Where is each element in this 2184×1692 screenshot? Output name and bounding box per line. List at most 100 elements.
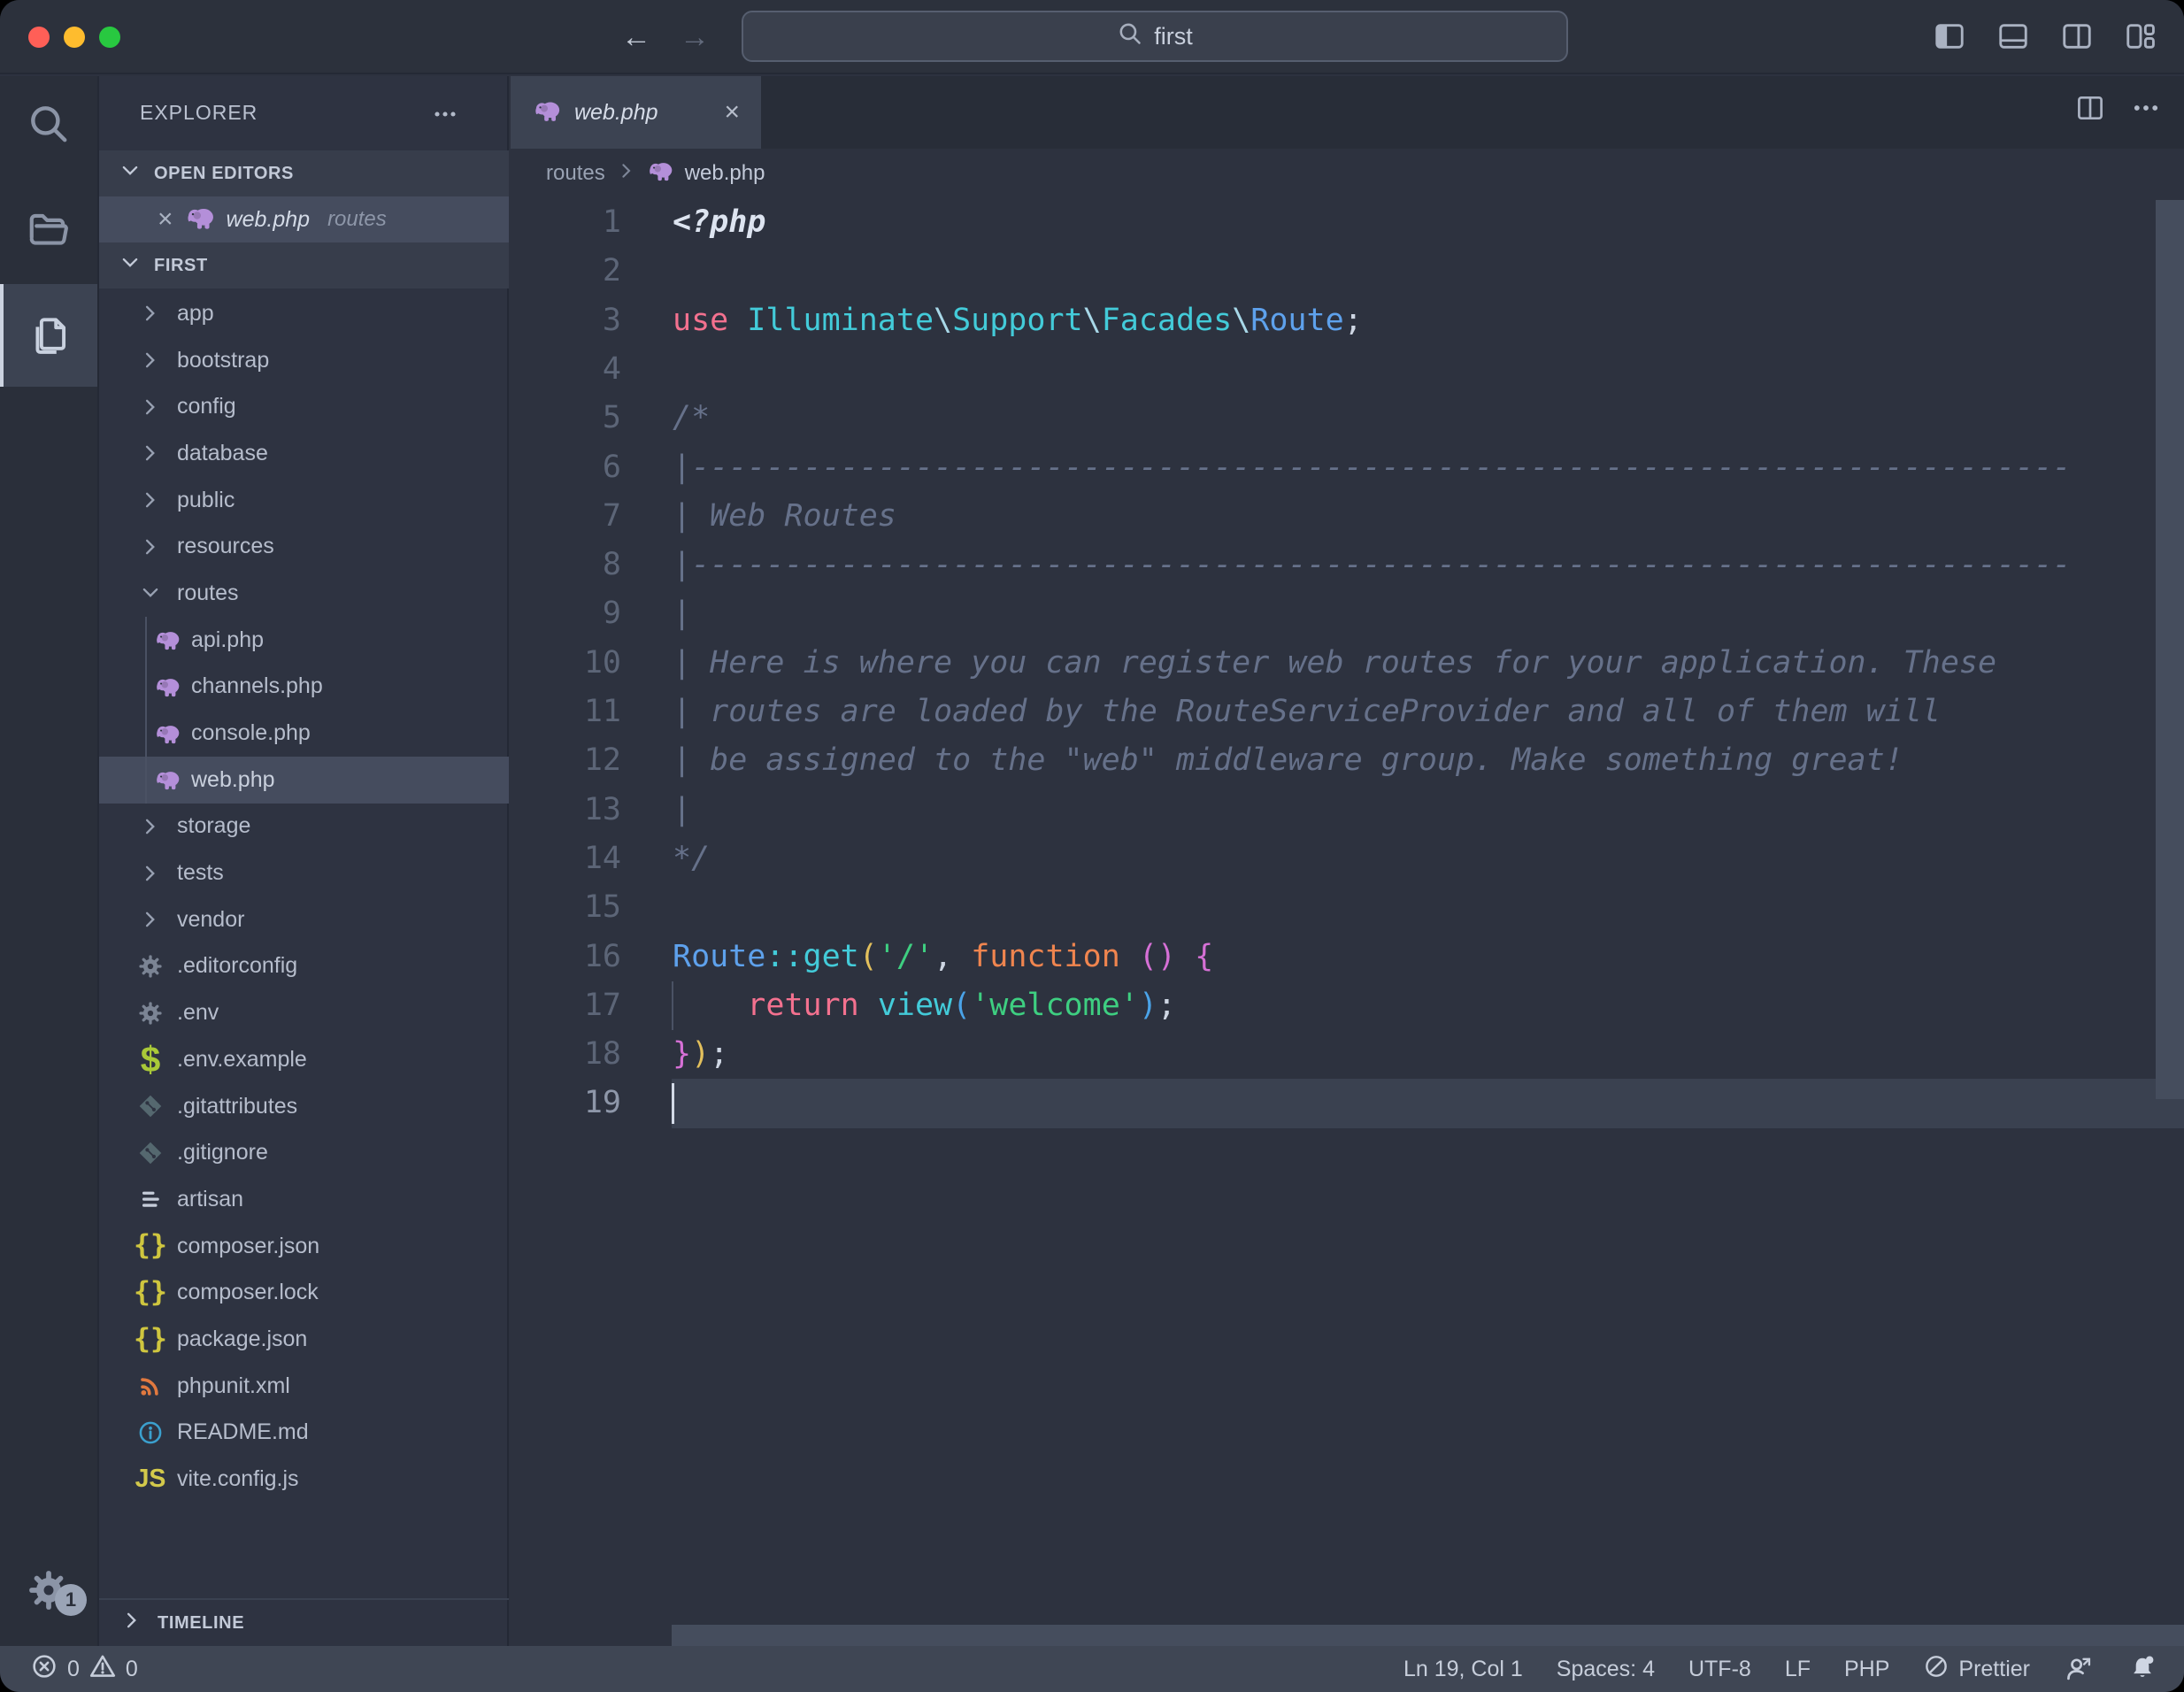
- horizontal-scrollbar[interactable]: [672, 1625, 2184, 1646]
- tree-item-channels.php[interactable]: channels.php: [99, 664, 509, 711]
- code-line-7[interactable]: 7| Web Routes: [511, 492, 2184, 541]
- code-line-2[interactable]: 2: [511, 247, 2184, 296]
- tree-item-.env.example[interactable]: $.env.example: [99, 1036, 509, 1083]
- tree-item-database[interactable]: database: [99, 430, 509, 477]
- tree-item-composer.lock[interactable]: {}composer.lock: [99, 1269, 509, 1316]
- encoding-setting[interactable]: UTF-8: [1688, 1657, 1751, 1682]
- cursor-position[interactable]: Ln 19, Col 1: [1403, 1657, 1523, 1682]
- tree-item-.editorconfig[interactable]: .editorconfig: [99, 943, 509, 990]
- tree-item-readme.md[interactable]: README.md: [99, 1410, 509, 1457]
- tree-indent-guide: [145, 617, 147, 804]
- code-line-10[interactable]: 10| Here is where you can register web r…: [511, 639, 2184, 688]
- breadcrumb-dir[interactable]: routes: [546, 161, 605, 186]
- tree-item-.gitignore[interactable]: .gitignore: [99, 1129, 509, 1176]
- tree-item-.gitattributes[interactable]: .gitattributes: [99, 1083, 509, 1130]
- code-line-6[interactable]: 6|--------------------------------------…: [511, 443, 2184, 492]
- code-text: use Illuminate\Support\Facades\Route;: [673, 296, 1363, 345]
- activity-folder-icon[interactable]: [0, 178, 97, 281]
- tab-close-icon[interactable]: ×: [724, 97, 740, 127]
- vertical-scrollbar[interactable]: [2156, 200, 2184, 1099]
- window-zoom-button[interactable]: [99, 27, 120, 48]
- customize-layout-icon[interactable]: [2122, 18, 2159, 55]
- code-text: | routes are loaded by the RouteServiceP…: [673, 688, 1941, 736]
- window-minimize-button[interactable]: [64, 27, 85, 48]
- nav-forward-button[interactable]: →: [680, 19, 710, 55]
- tree-item-public[interactable]: public: [99, 477, 509, 524]
- code-line-18[interactable]: 18});: [511, 1030, 2184, 1079]
- tree-item-.env[interactable]: .env: [99, 989, 509, 1036]
- window-close-button[interactable]: [28, 27, 50, 48]
- tree-item-console.php[interactable]: console.php: [99, 710, 509, 757]
- code-line-11[interactable]: 11| routes are loaded by the RouteServic…: [511, 688, 2184, 736]
- tree-item-routes[interactable]: routes: [99, 570, 509, 617]
- tree-item-artisan[interactable]: artisan: [99, 1176, 509, 1223]
- notifications-bell-icon[interactable]: [2127, 1654, 2157, 1684]
- status-bar: 0 0 Ln 19, Col 1 Spaces: 4 UTF-8 LF PHP …: [0, 1646, 2184, 1692]
- tree-item-vite.config.js[interactable]: JSvite.config.js: [99, 1456, 509, 1503]
- tree-item-vendor[interactable]: vendor: [99, 896, 509, 943]
- tree-item-config[interactable]: config: [99, 383, 509, 430]
- toggle-primary-sidebar-icon[interactable]: [1931, 18, 1968, 55]
- code-line-14[interactable]: 14*/: [511, 834, 2184, 883]
- problems-indicator[interactable]: 0 0: [30, 1652, 138, 1687]
- settings-gear-icon[interactable]: 1: [0, 1543, 97, 1641]
- code-editor[interactable]: 1<?php23use Illuminate\Support\Facades\R…: [511, 198, 2184, 1646]
- settings-badge: 1: [55, 1584, 87, 1616]
- feedback-person-icon[interactable]: [2064, 1654, 2094, 1684]
- formatter-indicator[interactable]: Prettier: [1923, 1653, 2030, 1686]
- tree-item-app[interactable]: app: [99, 290, 509, 337]
- activity-explorer-icon[interactable]: [0, 284, 97, 387]
- tab-web-php[interactable]: web.php ×: [511, 76, 761, 149]
- tree-item-tests[interactable]: tests: [99, 850, 509, 896]
- sidebar-more-actions-icon[interactable]: [432, 101, 458, 132]
- code-line-3[interactable]: 3use Illuminate\Support\Facades\Route;: [511, 296, 2184, 345]
- tree-item-package.json[interactable]: {}package.json: [99, 1316, 509, 1363]
- activity-search-icon[interactable]: [0, 73, 97, 175]
- code-text: Route::get('/', function () {: [673, 933, 1213, 981]
- open-editors-header[interactable]: OPEN EDITORS: [99, 150, 509, 196]
- code-line-15[interactable]: 15: [511, 883, 2184, 932]
- toggle-secondary-sidebar-icon[interactable]: [2058, 18, 2096, 55]
- tree-item-bootstrap[interactable]: bootstrap: [99, 337, 509, 384]
- code-line-17[interactable]: 17 return view('welcome');: [511, 981, 2184, 1030]
- code-line-5[interactable]: 5/*: [511, 394, 2184, 442]
- tree-item-resources[interactable]: resources: [99, 523, 509, 570]
- indentation-setting[interactable]: Spaces: 4: [1557, 1657, 1655, 1682]
- code-line-12[interactable]: 12| be assigned to the "web" middleware …: [511, 736, 2184, 785]
- activity-bar: 1: [0, 76, 99, 1646]
- timeline-header[interactable]: TIMELINE: [99, 1598, 509, 1646]
- tree-item-api.php[interactable]: api.php: [99, 617, 509, 664]
- code-line-9[interactable]: 9|: [511, 589, 2184, 638]
- open-editor-filename: web.php: [227, 207, 311, 233]
- tree-item-label: phpunit.xml: [177, 1373, 290, 1399]
- tree-item-label: app: [177, 301, 214, 327]
- tree-item-storage[interactable]: storage: [99, 804, 509, 850]
- code-line-4[interactable]: 4: [511, 345, 2184, 394]
- code-line-16[interactable]: 16Route::get('/', function () {: [511, 933, 2184, 981]
- nav-back-button[interactable]: ←: [621, 19, 651, 55]
- tree-item-web.php[interactable]: web.php: [99, 757, 509, 804]
- split-editor-icon[interactable]: [2074, 92, 2106, 128]
- language-mode[interactable]: PHP: [1844, 1657, 1889, 1682]
- open-editor-item[interactable]: × web.php routes: [99, 196, 509, 242]
- line-number: 4: [511, 345, 621, 394]
- code-line-19[interactable]: 19: [511, 1079, 2184, 1127]
- code-line-1[interactable]: 1<?php: [511, 198, 2184, 247]
- close-editor-icon[interactable]: ×: [158, 204, 173, 235]
- tree-item-label: database: [177, 441, 268, 466]
- breadcrumb: routes web.php: [511, 149, 2184, 198]
- chevron-right-icon: [135, 904, 166, 935]
- command-center-search[interactable]: first: [742, 11, 1568, 62]
- project-folder-header[interactable]: FIRST: [99, 242, 509, 288]
- tree-item-composer.json[interactable]: {}composer.json: [99, 1223, 509, 1270]
- editor-more-actions-icon[interactable]: [2131, 93, 2161, 127]
- tree-item-phpunit.xml[interactable]: phpunit.xml: [99, 1363, 509, 1410]
- toggle-panel-icon[interactable]: [1995, 18, 2032, 55]
- eol-setting[interactable]: LF: [1785, 1657, 1811, 1682]
- breadcrumb-file[interactable]: web.php: [685, 161, 765, 186]
- braces-file-icon: {}: [135, 1323, 166, 1355]
- code-line-13[interactable]: 13|: [511, 786, 2184, 834]
- braces-file-icon: {}: [135, 1277, 166, 1309]
- code-line-8[interactable]: 8|--------------------------------------…: [511, 541, 2184, 589]
- line-number: 6: [511, 443, 621, 492]
